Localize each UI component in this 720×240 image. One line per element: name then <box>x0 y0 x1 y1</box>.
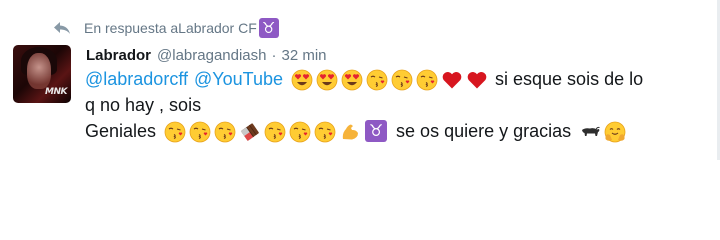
tweet-text: @labradorcff @YouTube si esque sois de l… <box>85 66 705 144</box>
kissing-face-icon <box>314 121 336 143</box>
hugging-face-icon <box>604 121 626 143</box>
tweet-text-3: Geniales <box>85 121 157 141</box>
screen-name[interactable]: @labragandiash <box>157 47 266 64</box>
heart-eyes-face-icon <box>291 69 313 91</box>
kissing-face-icon <box>391 69 413 91</box>
kissing-face-icon <box>366 69 388 91</box>
kissing-face-icon <box>416 69 438 91</box>
kissing-face-icon <box>214 121 236 143</box>
emoji-group-2 <box>162 118 362 144</box>
kissing-face-icon <box>264 121 286 143</box>
avatar[interactable]: MNK <box>13 45 71 103</box>
timestamp-link[interactable]: 32 min <box>281 47 326 64</box>
avatar-watermark: MNK <box>45 87 67 97</box>
flexed-biceps-icon <box>339 121 361 143</box>
heart-eyes-face-icon <box>316 69 338 91</box>
emoji-group-3 <box>577 118 627 144</box>
chocolate-bar-icon <box>239 121 261 143</box>
taurus-icon: ♉ <box>365 120 388 142</box>
tweet-line-2: q no hay , sois <box>85 92 705 118</box>
tweet-text-1: si esque sois de lo <box>495 69 644 89</box>
taurus-icon: ♉ <box>258 18 279 38</box>
tweet-line-1: @labradorcff @YouTube si esque sois de l… <box>85 66 705 92</box>
tweet-line-3: Geniales ♉ se os quiere y gracias <box>85 118 705 144</box>
tweet-header: Labrador @labragandiash · 32 min <box>86 44 327 66</box>
reply-arrow-icon <box>52 20 72 36</box>
red-heart-icon <box>441 69 463 91</box>
kissing-face-icon <box>289 121 311 143</box>
mention-labradorcff[interactable]: @labradorcff <box>85 66 188 92</box>
kissing-face-icon <box>189 121 211 143</box>
kissing-face-icon <box>164 121 186 143</box>
emoji-group-1 <box>289 66 489 92</box>
reply-handle-link[interactable]: Labrador CF <box>178 20 257 36</box>
reply-label: En respuesta a <box>84 20 179 36</box>
separator-dot: · <box>271 46 277 64</box>
reply-context: En respuesta a Labrador CF ♉ <box>52 17 279 39</box>
tweet-text-2: q no hay , sois <box>85 95 202 115</box>
display-name[interactable]: Labrador <box>86 47 151 64</box>
heart-eyes-face-icon <box>341 69 363 91</box>
tweet-text-4: se os quiere y gracias <box>396 121 572 141</box>
mention-youtube[interactable]: @YouTube <box>194 66 283 92</box>
water-buffalo-icon <box>579 121 601 143</box>
red-heart-icon <box>466 69 488 91</box>
